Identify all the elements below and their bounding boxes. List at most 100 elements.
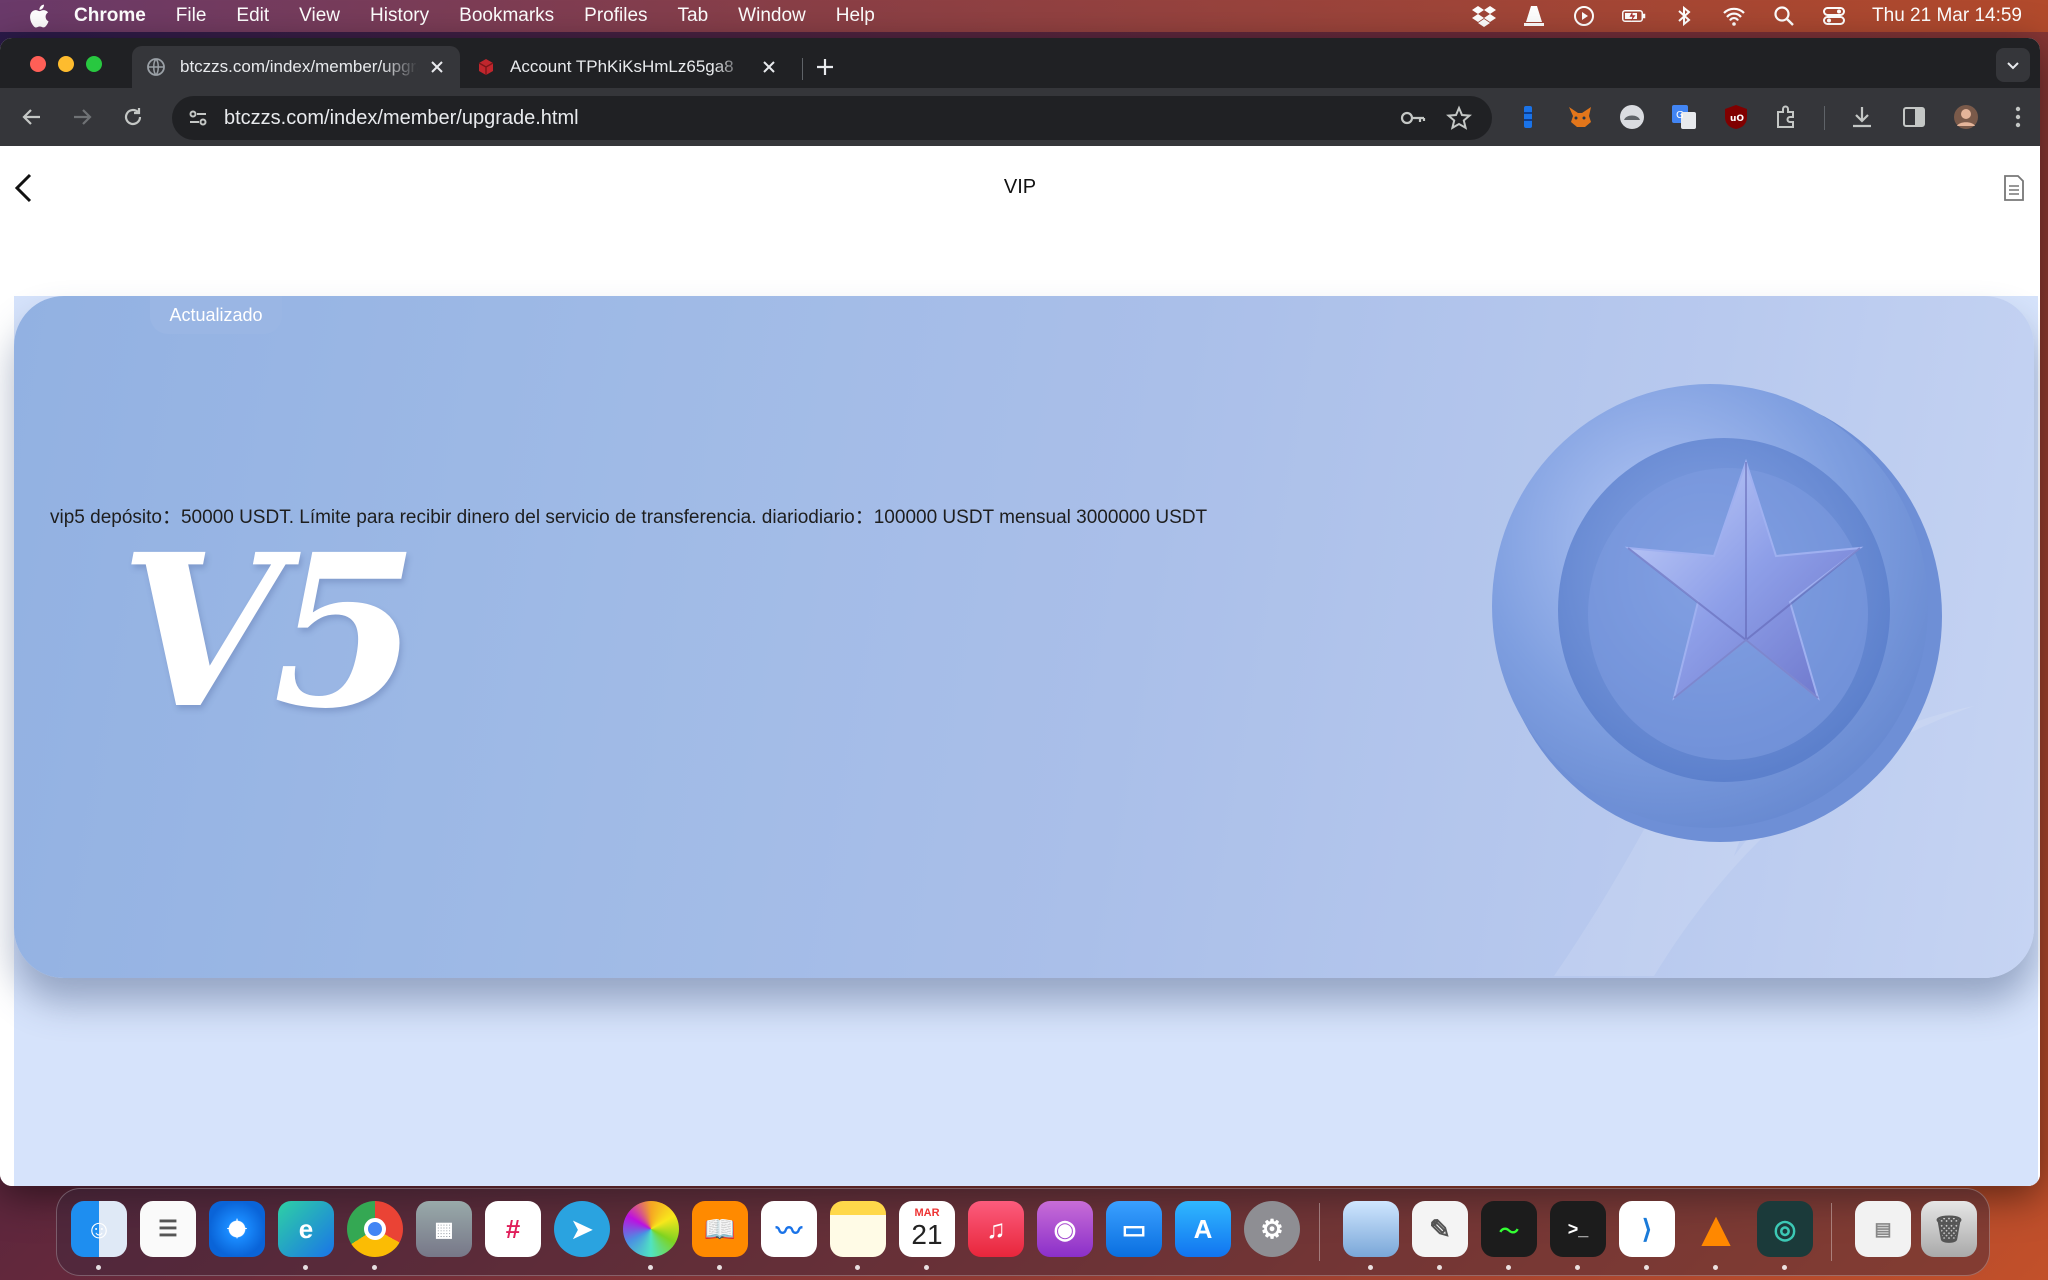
menu-edit[interactable]: Edit (236, 5, 269, 27)
vip-level-mark: V5 (120, 508, 419, 755)
calendar-day: 21 (911, 1219, 943, 1250)
running-indicator (717, 1265, 722, 1270)
keynote-icon[interactable]: ▭ (1106, 1201, 1162, 1257)
running-indicator (1575, 1265, 1580, 1270)
slack-icon[interactable]: # (485, 1201, 541, 1257)
metamask-fox-icon[interactable] (1566, 103, 1594, 131)
menu-bookmarks[interactable]: Bookmarks (459, 5, 554, 27)
url-text[interactable]: btczzs.com/index/member/upgrade.html (224, 107, 579, 130)
close-tab-icon[interactable] (760, 58, 778, 76)
window-controls (30, 56, 102, 72)
control-center-icon[interactable] (1822, 5, 1846, 27)
trash-icon[interactable]: 🗑 (1921, 1201, 1977, 1257)
activity-monitor-icon[interactable]: 〜 (1481, 1201, 1537, 1257)
running-indicator (855, 1265, 860, 1270)
extension-blue-icon[interactable] (1514, 103, 1542, 131)
menu-window[interactable]: Window (738, 5, 806, 27)
terminal-icon[interactable]: >_ (1550, 1201, 1606, 1257)
app-menu-chrome[interactable]: Chrome (74, 5, 146, 27)
status-badge: Actualizado (150, 296, 282, 334)
app-store-icon[interactable]: A (1175, 1201, 1231, 1257)
browser-toolbar: btczzs.com/index/member/upgrade.html G u… (0, 88, 2040, 146)
launchpad-icon[interactable]: ▦ (416, 1201, 472, 1257)
vlc-app-icon[interactable]: ▲ (1688, 1201, 1744, 1257)
running-indicator (924, 1265, 929, 1270)
freeform-icon[interactable]: 〰 (761, 1201, 817, 1257)
running-indicator (96, 1265, 101, 1270)
menu-help[interactable]: Help (836, 5, 875, 27)
spotlight-icon[interactable] (1772, 5, 1796, 27)
downloads-icon[interactable] (1848, 103, 1876, 131)
menu-tab[interactable]: Tab (678, 5, 709, 27)
system-settings-icon[interactable]: ⚙ (1244, 1201, 1300, 1257)
dropbox-icon[interactable] (1472, 5, 1497, 27)
bookmark-star-icon[interactable] (1446, 105, 1472, 131)
safari-icon[interactable]: ✦ (209, 1201, 265, 1257)
forward-arrow-icon[interactable] (70, 105, 94, 129)
vlc-icon[interactable] (1522, 5, 1546, 27)
tab-upgrade[interactable]: btczzs.com/index/member/upgrade.html (132, 46, 460, 88)
reload-icon[interactable] (121, 105, 145, 129)
podcasts-icon[interactable]: ◉ (1037, 1201, 1093, 1257)
music-icon[interactable]: ♫ (968, 1201, 1024, 1257)
menu-profiles[interactable]: Profiles (584, 5, 647, 27)
battery-icon[interactable] (1622, 5, 1646, 27)
apple-menu-icon[interactable] (28, 4, 50, 28)
notes-icon[interactable] (830, 1201, 886, 1257)
textedit-icon[interactable]: ✎ (1412, 1201, 1468, 1257)
profile-avatar[interactable] (1952, 103, 1980, 131)
svg-text:G: G (1676, 110, 1684, 121)
menu-file[interactable]: File (176, 5, 207, 27)
running-indicator (1437, 1265, 1442, 1270)
running-indicator (1644, 1265, 1649, 1270)
extensions-puzzle-icon[interactable] (1772, 103, 1800, 131)
vip-description: vip5 depósito：50000 USDT. Límite para re… (50, 507, 1208, 528)
gitkraken-icon[interactable]: ◎ (1757, 1201, 1813, 1257)
play-icon[interactable] (1572, 5, 1596, 27)
web-page: VIP Actualizado V5 vip5 depósito：50000 U… (0, 158, 2040, 1186)
side-panel-icon[interactable] (1900, 103, 1928, 131)
menubar-clock[interactable]: Thu 21 Mar 14:59 (1872, 5, 2022, 27)
reminders-icon[interactable]: ☰ (140, 1201, 196, 1257)
vscode-icon[interactable]: ⟩ (1619, 1201, 1675, 1257)
close-window-button[interactable] (30, 56, 46, 72)
star-coin-icon (1492, 384, 1942, 842)
back-arrow-icon[interactable] (20, 105, 44, 129)
document-record-icon[interactable] (2002, 174, 2026, 202)
ublock-origin-icon[interactable]: uO (1722, 103, 1750, 131)
running-indicator (303, 1265, 308, 1270)
menu-bar: Chrome File Edit View History Bookmarks … (0, 0, 2048, 32)
calendar-icon[interactable]: MAR 21 (899, 1201, 955, 1257)
tab-title: btczzs.com/index/member/upgrade.html (180, 57, 418, 76)
address-bar[interactable]: btczzs.com/index/member/upgrade.html (172, 96, 1492, 140)
macos-dock: ☺ ☰ ✦ e ▦ # ➤ 📖 〰 MAR 21 ♫ ◉ ▭ A ⚙ ✎ 〜 >… (56, 1188, 1990, 1276)
calendar-month: MAR (914, 1207, 940, 1219)
chrome-icon[interactable] (347, 1201, 403, 1257)
menu-view[interactable]: View (299, 5, 340, 27)
telegram-icon[interactable]: ➤ (554, 1201, 610, 1257)
chrome-menu-icon[interactable] (2004, 103, 2032, 131)
photos-icon[interactable] (623, 1201, 679, 1257)
ghost-extension-icon[interactable] (1618, 103, 1646, 131)
bluetooth-icon[interactable] (1672, 5, 1696, 27)
running-indicator (648, 1265, 653, 1270)
tab-search-button[interactable] (1996, 48, 2030, 82)
books-icon[interactable]: 📖 (692, 1201, 748, 1257)
site-settings-icon[interactable] (186, 106, 210, 130)
wifi-icon[interactable] (1722, 5, 1746, 27)
new-tab-plus-icon[interactable] (814, 56, 836, 78)
tab-account[interactable]: Account TPhKiKsHmLz65ga8 (462, 46, 792, 88)
zoom-window-button[interactable] (86, 56, 102, 72)
google-translate-icon[interactable]: G (1670, 103, 1698, 131)
running-indicator (1506, 1265, 1511, 1270)
menu-history[interactable]: History (370, 5, 429, 27)
close-tab-icon[interactable] (428, 58, 446, 76)
password-key-icon[interactable] (1400, 106, 1426, 130)
documents-stack-icon[interactable]: ▤ (1855, 1201, 1911, 1257)
finder-icon[interactable]: ☺ (71, 1201, 127, 1257)
edge-icon[interactable]: e (278, 1201, 334, 1257)
minimize-window-button[interactable] (58, 56, 74, 72)
page-title: VIP (1003, 176, 1037, 198)
tronscan-cube-icon (478, 59, 494, 75)
preview-icon[interactable] (1343, 1201, 1399, 1257)
